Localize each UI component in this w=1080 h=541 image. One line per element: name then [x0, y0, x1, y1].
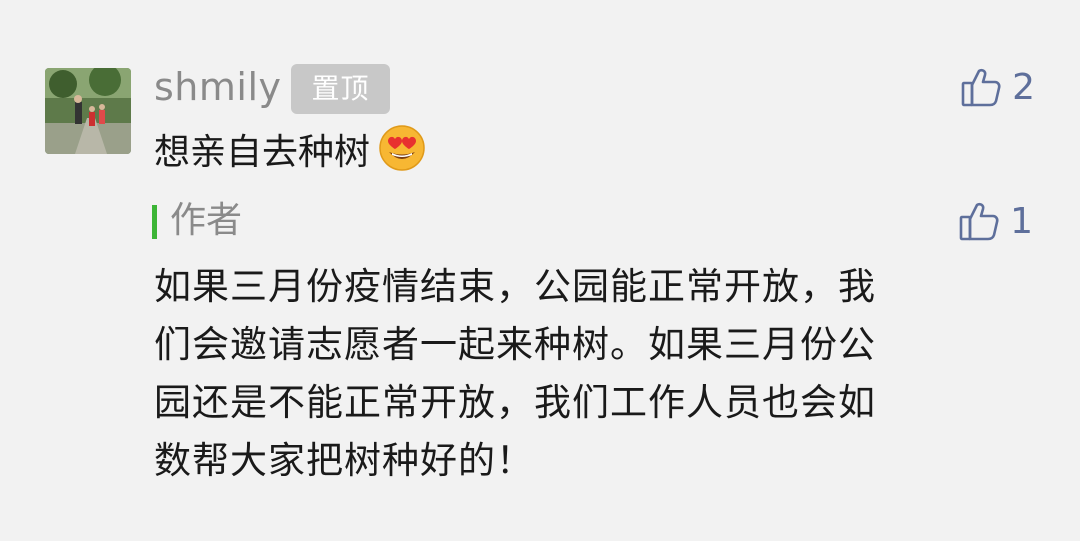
heart-eyes-emoji-icon: [378, 124, 426, 172]
reply-line: 园还是不能正常开放，我们工作人员也会如: [154, 381, 876, 424]
reply-line: 们会邀请志愿者一起来种树。如果三月份公: [154, 323, 876, 366]
author-reply-indicator: [152, 205, 157, 239]
reply-body: 如果三月份疫情结束，公园能正常开放，我 们会邀请志愿者一起来种树。如果三月份公 …: [154, 258, 1014, 490]
avatar[interactable]: [45, 68, 131, 154]
pinned-badge: 置顶: [291, 64, 390, 114]
like-button[interactable]: 2: [960, 66, 1035, 108]
comment-thread: shmily 置顶 想亲自去种树 2 作者 1 如果三月份疫情结束，公园能正常开…: [0, 0, 1080, 541]
reply-line: 如果三月份疫情结束，公园能正常开放，我: [154, 265, 876, 308]
comment-text: 想亲自去种树: [154, 132, 371, 173]
thumbs-up-icon: [960, 66, 1002, 108]
reply-author-label: 作者: [170, 200, 243, 241]
reply-like-button[interactable]: 1: [958, 200, 1033, 242]
like-count: 2: [1012, 66, 1035, 108]
comment-body: 想亲自去种树: [154, 124, 426, 176]
reply-like-count: 1: [1010, 200, 1033, 242]
thumbs-up-icon: [958, 200, 1000, 242]
username[interactable]: shmily: [154, 64, 282, 110]
reply-line: 数帮大家把树种好的！: [154, 439, 534, 482]
